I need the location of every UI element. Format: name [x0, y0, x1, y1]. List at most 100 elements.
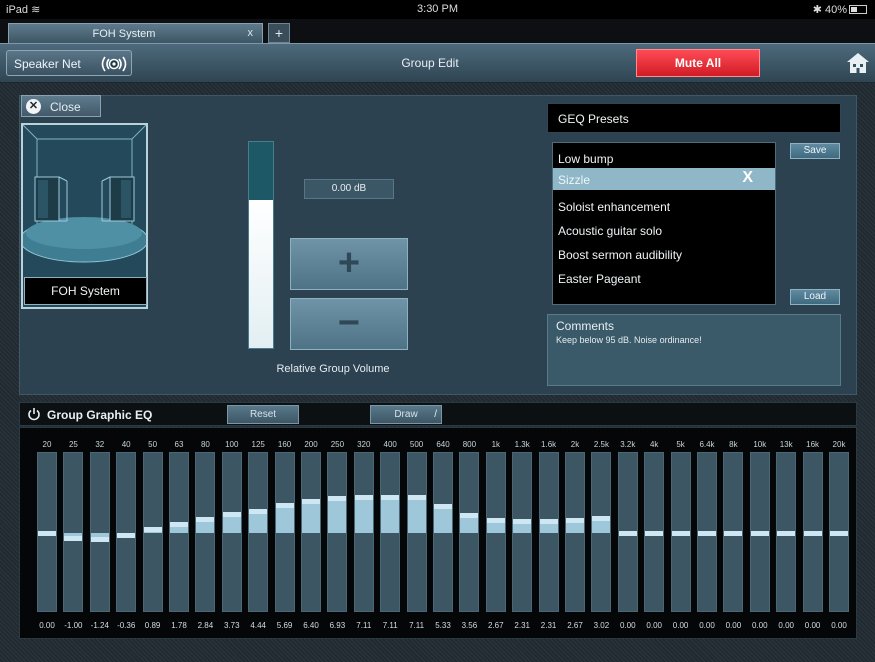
eq-band-handle[interactable] [64, 536, 83, 541]
preset-item[interactable]: Soloist enhancement [553, 195, 775, 217]
eq-band-handle[interactable] [698, 531, 716, 536]
tab-close-icon[interactable]: x [248, 27, 254, 39]
eq-band[interactable]: 16k 0.00 [800, 428, 826, 638]
eq-band[interactable]: 4k 0.00 [641, 428, 667, 638]
eq-band-handle[interactable] [302, 499, 320, 504]
eq-band-handle[interactable] [513, 519, 532, 525]
eq-band-handle[interactable] [724, 531, 743, 536]
eq-band-handle[interactable] [618, 531, 637, 536]
eq-band[interactable]: 32 -1.24 [87, 428, 113, 638]
eq-band-handle[interactable] [143, 526, 162, 532]
eq-band[interactable]: 1.3k 2.31 [509, 428, 535, 638]
eq-band-slider[interactable] [37, 452, 57, 612]
eq-band-handle[interactable] [830, 531, 848, 536]
eq-band-slider[interactable] [565, 452, 585, 612]
eq-band-handle[interactable] [170, 522, 188, 528]
eq-band[interactable]: 1k 2.67 [483, 428, 509, 638]
eq-band-slider[interactable] [829, 452, 849, 612]
eq-band[interactable]: 1.6k 2.31 [536, 428, 562, 638]
eq-band-slider[interactable] [195, 452, 216, 612]
eq-band-handle[interactable] [117, 532, 136, 538]
load-preset-button[interactable]: Load [790, 289, 840, 305]
preset-item[interactable]: Easter Pageant [553, 267, 775, 289]
eq-band-handle[interactable] [566, 517, 584, 523]
eq-band[interactable]: 8k 0.00 [720, 428, 746, 638]
eq-band-slider[interactable] [485, 452, 506, 612]
eq-band[interactable]: 5k 0.00 [668, 428, 694, 638]
eq-band[interactable]: 250 6.93 [324, 428, 350, 638]
eq-band[interactable]: 13k 0.00 [773, 428, 799, 638]
eq-band-handle[interactable] [750, 531, 769, 536]
eq-band-handle[interactable] [592, 515, 611, 521]
eq-band-slider[interactable] [116, 452, 137, 612]
eq-band-handle[interactable] [249, 508, 268, 514]
eq-band-slider[interactable] [776, 452, 797, 612]
eq-band-slider[interactable] [538, 452, 559, 612]
eq-band-slider[interactable] [644, 452, 665, 612]
eq-band-slider[interactable] [169, 452, 189, 612]
eq-band-slider[interactable] [512, 452, 533, 612]
eq-band-handle[interactable] [38, 531, 56, 536]
eq-band[interactable]: 6.4k 0.00 [694, 428, 720, 638]
eq-band-slider[interactable] [327, 452, 348, 612]
eq-band-slider[interactable] [274, 452, 295, 612]
eq-band-slider[interactable] [749, 452, 770, 612]
preset-item[interactable]: Acoustic guitar solo [553, 219, 775, 241]
eq-band-slider[interactable] [802, 452, 823, 612]
eq-band[interactable]: 10k 0.00 [747, 428, 773, 638]
volume-up-button[interactable]: + [290, 238, 408, 290]
eq-band[interactable]: 640 5.33 [430, 428, 456, 638]
eq-band-handle[interactable] [671, 531, 690, 536]
eq-band-slider[interactable] [248, 452, 269, 612]
eq-band[interactable]: 25 -1.00 [60, 428, 86, 638]
eq-band[interactable]: 2k 2.67 [562, 428, 588, 638]
eq-band-handle[interactable] [645, 531, 664, 536]
eq-band[interactable]: 200 6.40 [298, 428, 324, 638]
eq-band-slider[interactable] [380, 452, 401, 612]
eq-band[interactable]: 500 7.11 [404, 428, 430, 638]
eq-band-handle[interactable] [777, 531, 796, 536]
eq-band-slider[interactable] [723, 452, 744, 612]
eq-band[interactable]: 20k 0.00 [826, 428, 852, 638]
eq-band[interactable]: 80 2.84 [192, 428, 218, 638]
eq-band-handle[interactable] [90, 537, 109, 543]
eq-band[interactable]: 63 1.78 [166, 428, 192, 638]
eq-band[interactable]: 800 3.56 [456, 428, 482, 638]
eq-band-slider[interactable] [353, 452, 374, 612]
preset-item-selected[interactable]: Sizzle X [553, 168, 775, 190]
preset-list[interactable]: Low bump Sizzle X Soloist enhancement Aco… [552, 142, 776, 305]
comments-box[interactable]: Comments Keep below 95 dB. Noise ordinan… [547, 314, 841, 386]
eq-band[interactable]: 50 0.89 [140, 428, 166, 638]
eq-band-slider[interactable] [301, 452, 321, 612]
eq-band-slider[interactable] [142, 452, 163, 612]
save-preset-button[interactable]: Save [790, 143, 840, 159]
eq-band[interactable]: 320 7.11 [351, 428, 377, 638]
eq-band-handle[interactable] [328, 496, 347, 502]
eq-band-handle[interactable] [539, 519, 558, 525]
eq-band-handle[interactable] [803, 531, 822, 536]
eq-draw-button[interactable]: Draw / [370, 405, 442, 424]
preset-item[interactable]: Low bump [553, 147, 775, 169]
eq-band[interactable]: 400 7.11 [377, 428, 403, 638]
speaker-net-button[interactable]: Speaker Net [6, 50, 132, 76]
eq-band[interactable]: 40 -0.36 [113, 428, 139, 638]
eq-band-handle[interactable] [460, 513, 479, 519]
group-volume-meter[interactable] [248, 141, 274, 349]
eq-band-handle[interactable] [275, 502, 294, 508]
tab-foh-system[interactable]: FOH System x [8, 23, 263, 43]
mute-all-button[interactable]: Mute All [636, 49, 760, 77]
eq-band-slider[interactable] [221, 452, 242, 612]
eq-band[interactable]: 125 4.44 [245, 428, 271, 638]
power-icon[interactable] [27, 407, 41, 421]
eq-band-handle[interactable] [222, 512, 241, 518]
home-icon[interactable] [846, 51, 870, 75]
eq-band[interactable]: 3.2k 0.00 [615, 428, 641, 638]
add-tab-button[interactable]: + [268, 23, 290, 43]
eq-band[interactable]: 100 3.73 [219, 428, 245, 638]
eq-band-handle[interactable] [434, 504, 452, 510]
eq-band-handle[interactable] [381, 495, 400, 501]
eq-band-slider[interactable] [591, 452, 612, 612]
eq-reset-button[interactable]: Reset [227, 405, 299, 424]
eq-band-slider[interactable] [433, 452, 453, 612]
eq-band[interactable]: 2.5k 3.02 [588, 428, 614, 638]
